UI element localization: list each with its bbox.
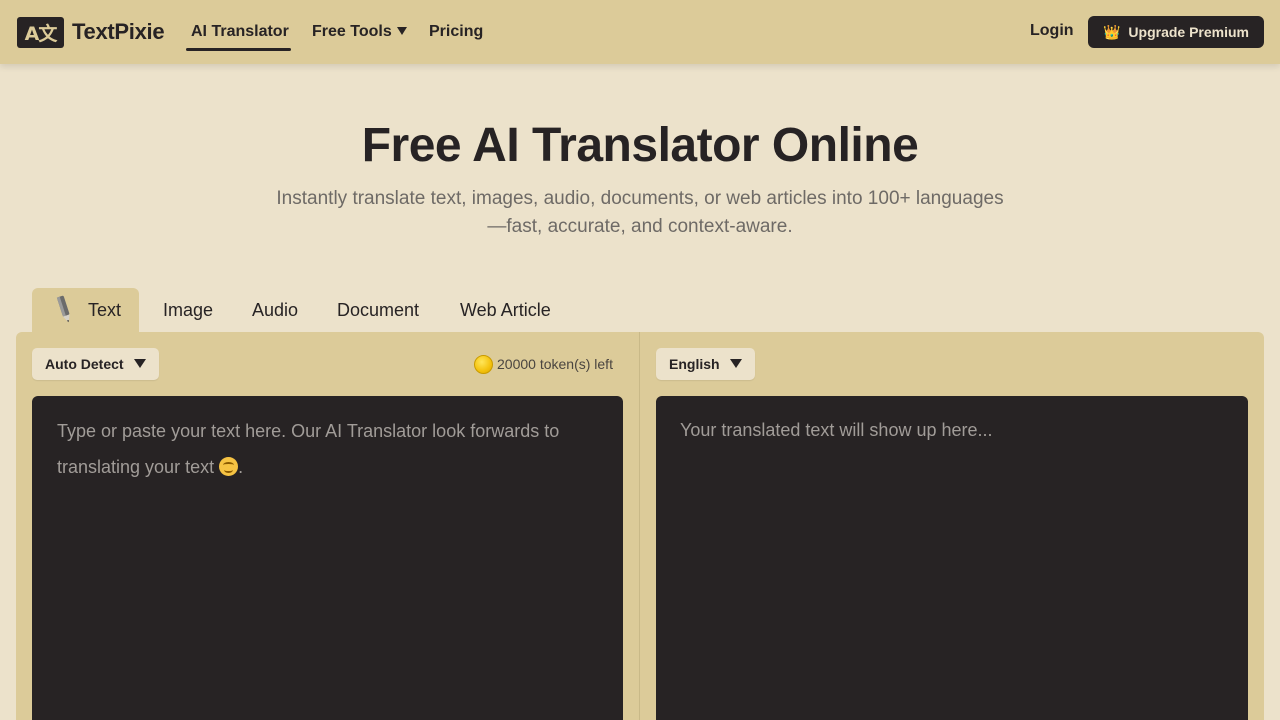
source-placeholder-line-2-text: translating your text	[57, 457, 215, 477]
caret-down-icon	[133, 358, 146, 368]
nav-ai-translator[interactable]: AI Translator	[191, 22, 289, 44]
crown-icon: 👑	[1102, 24, 1121, 40]
tab-image[interactable]: Image	[163, 288, 213, 332]
source-placeholder-line-1: Type or paste your text here. Our AI Tra…	[57, 421, 560, 441]
source-placeholder-line-2: translating your text .	[57, 457, 244, 477]
coin-icon	[474, 354, 493, 374]
nav-pricing[interactable]: Pricing	[429, 22, 483, 44]
upgrade-premium-button[interactable]: 👑 Upgrade Premium	[1088, 16, 1264, 48]
target-language-label: English	[669, 356, 720, 372]
token-counter-label: 20000 token(s) left	[497, 356, 613, 372]
tab-text-label: Text	[88, 299, 122, 320]
token-counter: 20000 token(s) left	[474, 353, 613, 375]
caret-down-icon	[729, 358, 742, 368]
target-language-select[interactable]: English	[656, 348, 755, 380]
nav-active-indicator	[186, 48, 291, 51]
logo-mark-icon: A文	[17, 16, 64, 48]
tab-audio[interactable]: Audio	[252, 288, 298, 332]
source-placeholder: Type or paste your text here. Our AI Tra…	[57, 413, 612, 485]
smiley-icon	[219, 457, 239, 476]
source-language-label: Auto Detect	[45, 356, 124, 372]
source-text-input[interactable]: Type or paste your text here. Our AI Tra…	[32, 396, 623, 720]
translated-text-output[interactable]: Your translated text will show up here..…	[656, 396, 1248, 720]
source-language-select[interactable]: Auto Detect	[32, 348, 159, 380]
target-placeholder: Your translated text will show up here..…	[680, 420, 993, 440]
page-subtitle: Instantly translate text, images, audio,…	[260, 185, 1020, 241]
upgrade-premium-label: Upgrade Premium	[1128, 24, 1250, 40]
tab-document[interactable]: Document	[337, 288, 419, 332]
nav-free-tools-label: Free Tools	[312, 23, 392, 40]
pen-icon	[56, 295, 70, 323]
logo-text: TextPixie	[72, 19, 165, 44]
page-subtitle-line-2: —fast, accurate, and context-aware.	[487, 216, 793, 237]
top-navbar: A文 TextPixie AI Translator Free Tools Pr…	[0, 0, 1280, 64]
login-link[interactable]: Login	[1030, 22, 1074, 40]
logo[interactable]: A文 TextPixie	[17, 16, 165, 48]
nav-free-tools[interactable]: Free Tools	[312, 22, 407, 44]
page-subtitle-line-1: Instantly translate text, images, audio,…	[276, 188, 1004, 209]
page-title: Free AI Translator Online	[361, 119, 919, 172]
tab-text[interactable]: Text	[32, 288, 139, 332]
panel-divider	[639, 332, 640, 720]
tab-web-article[interactable]: Web Article	[460, 288, 551, 332]
caret-down-icon	[396, 26, 407, 35]
